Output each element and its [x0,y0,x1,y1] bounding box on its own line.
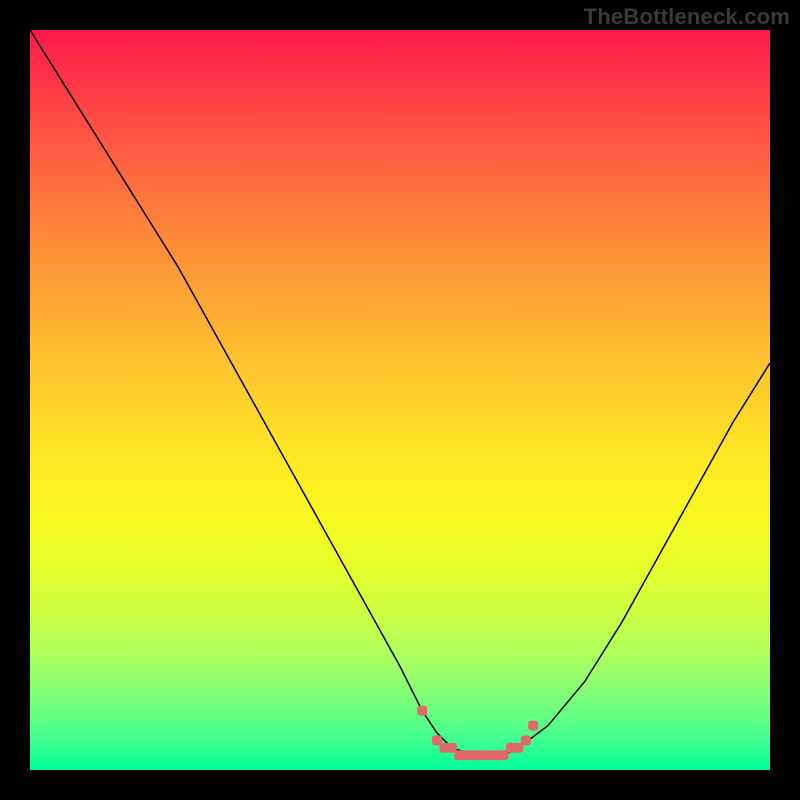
marker-point [521,735,531,745]
bottleneck-curve [30,30,770,755]
marker-group [417,706,538,760]
marker-point [417,706,427,716]
marker-point [528,721,538,731]
curve-svg [30,30,770,770]
plot-area [30,30,770,770]
chart-container: TheBottleneck.com [0,0,800,800]
watermark-text: TheBottleneck.com [584,4,790,30]
